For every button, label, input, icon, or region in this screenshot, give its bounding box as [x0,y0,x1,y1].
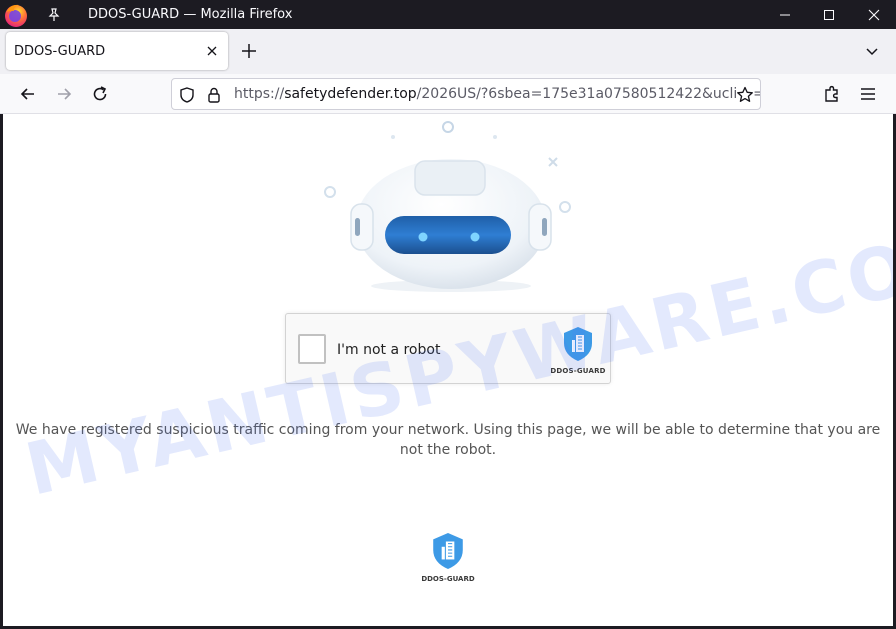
new-tab-plus-icon[interactable] [238,40,260,62]
captcha-brand: DDOS-GUARD [550,326,606,375]
footer-brand: DDOS-GUARD [417,532,479,588]
robot-illustration [324,121,571,292]
url-text[interactable]: https://safetydefender.top/2026US/?6sbea… [234,86,761,102]
tab-ddos-guard[interactable]: DDOS-GUARD [6,32,228,70]
puzzle-icon[interactable] [822,84,842,104]
window-titlebar: DDOS-GUARD — Mozilla Firefox [0,0,896,29]
ddos-guard-shield-icon [564,327,592,361]
window-frame-left [0,114,3,629]
pin-icon[interactable] [46,7,62,23]
captcha-checkbox[interactable] [298,334,326,364]
maximize-icon[interactable] [807,0,851,29]
ddos-guard-shield-icon [433,533,463,569]
back-arrow-icon[interactable] [18,84,38,104]
footer-brand-text: DDOS-GUARD [421,575,475,583]
chevron-down-icon[interactable] [864,43,880,59]
navigation-toolbar: https://safetydefender.top/2026US/?6sbea… [0,74,896,114]
url-bar[interactable]: https://safetydefender.top/2026US/?6sbea… [171,78,761,110]
reload-icon[interactable] [90,84,110,104]
minimize-icon[interactable] [763,0,807,29]
window-title: DDOS-GUARD — Mozilla Firefox [88,7,293,22]
tab-strip: DDOS-GUARD [0,29,896,74]
shield-icon[interactable] [178,86,196,104]
url-scheme: https:// [234,86,285,102]
captcha-label: I'm not a robot [337,342,441,358]
captcha-brand-text: DDOS-GUARD [550,367,606,375]
lock-icon[interactable] [205,86,223,104]
url-path: /2026US/?6sbea=175e31a07580512422&uclick… [416,86,761,102]
tab-close-icon[interactable] [204,43,220,59]
captcha-widget: I'm not a robot DDOS-GUARD [285,313,611,384]
page-content: I'm not a robot DDOS-GUARD We have regis… [3,114,893,626]
firefox-icon [2,1,30,29]
hamburger-menu-icon[interactable] [858,84,878,104]
star-icon[interactable] [736,86,754,104]
forward-arrow-icon[interactable] [54,84,74,104]
tab-title: DDOS-GUARD [14,43,106,59]
url-host: safetydefender.top [284,86,417,102]
close-icon[interactable] [852,0,896,29]
warning-message: We have registered suspicious traffic co… [15,422,881,458]
